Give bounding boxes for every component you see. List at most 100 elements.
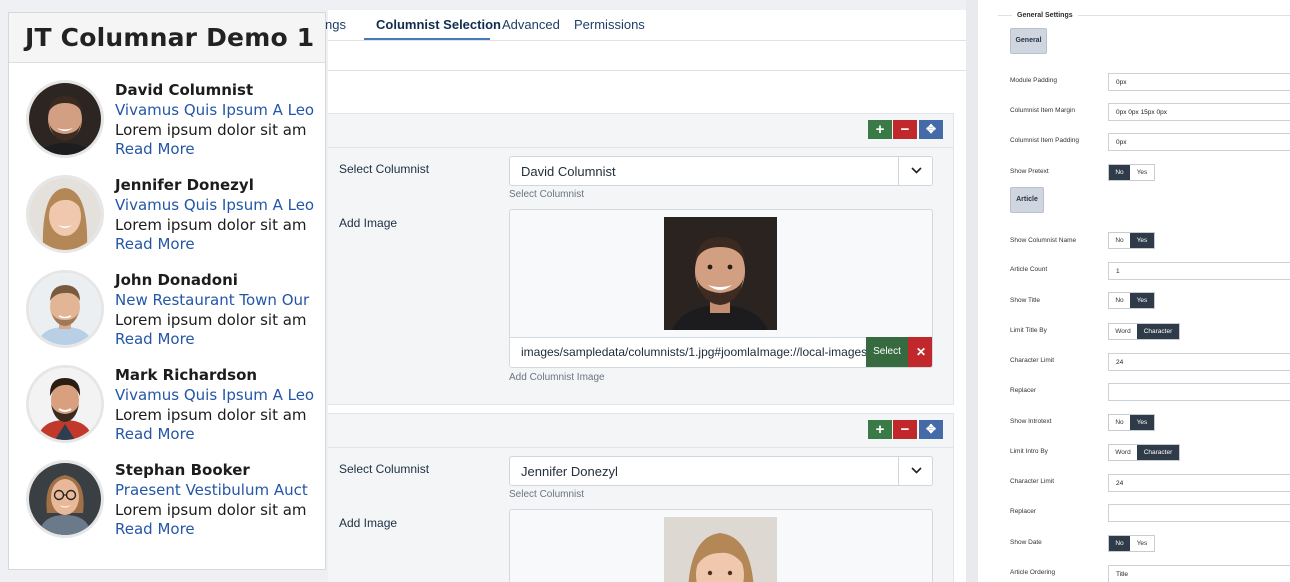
avatar[interactable] — [26, 365, 104, 443]
option-word[interactable]: Word — [1109, 324, 1137, 339]
show-pretext-toggle[interactable]: No Yes — [1108, 164, 1155, 181]
avatar[interactable] — [26, 175, 104, 253]
add-image-label: Add Image — [339, 516, 398, 530]
option-word[interactable]: Word — [1109, 445, 1137, 460]
move-entry-button[interactable]: ✥ — [919, 420, 943, 439]
avatar[interactable] — [26, 460, 104, 538]
show-columnist-name-toggle[interactable]: No Yes — [1108, 232, 1155, 249]
character-limit-label: Character Limit — [1010, 478, 1055, 485]
option-yes[interactable]: Yes — [1130, 165, 1154, 180]
columnist-select[interactable]: David Columnist — [509, 156, 933, 186]
article-intro: Lorem ipsum dolor sit am — [115, 311, 307, 329]
tab-settings[interactable]: ngs — [325, 17, 346, 32]
avatar[interactable] — [26, 80, 104, 158]
columnist-item: Mark Richardson Vivamus Quis Ipsum A Leo… — [9, 360, 325, 455]
add-image-hint: Add Columnist Image — [509, 372, 605, 383]
columnist-item: David Columnist Vivamus Quis Ipsum A Leo… — [9, 75, 325, 170]
option-no[interactable]: No — [1109, 536, 1130, 551]
columnar-module-preview: JT Columnar Demo 1 David Columnist Vivam… — [8, 12, 326, 570]
entry-toolbar: + − ✥ — [328, 414, 954, 448]
read-more-link[interactable]: Read More — [115, 425, 195, 443]
show-title-toggle[interactable]: No Yes — [1108, 292, 1155, 309]
article-ordering-select[interactable]: Title — [1108, 565, 1290, 582]
show-introtext-label: Show Introtext — [1010, 418, 1052, 425]
select-columnist-label: Select Columnist — [339, 462, 430, 476]
article-intro: Lorem ipsum dolor sit am — [115, 216, 307, 234]
remove-entry-button[interactable]: − — [893, 420, 917, 439]
columnist-select[interactable]: Jennifer Donezyl — [509, 456, 933, 486]
general-settings-panel: General Settings General Module Padding … — [978, 0, 1290, 582]
read-more-link[interactable]: Read More — [115, 330, 195, 348]
article-intro: Lorem ipsum dolor sit am — [115, 406, 307, 424]
tab-permissions[interactable]: Permissions — [574, 17, 645, 32]
limit-title-label: Limit Title By — [1010, 327, 1047, 334]
add-entry-button[interactable]: + — [868, 420, 892, 439]
chevron-down-icon — [910, 461, 923, 484]
read-more-link[interactable]: Read More — [115, 140, 195, 158]
character-limit-input[interactable]: 24 — [1108, 474, 1290, 492]
show-columnist-name-label: Show Columnist Name — [1010, 237, 1077, 244]
select-columnist-hint: Select Columnist — [509, 189, 585, 200]
article-count-input[interactable]: 1 — [1108, 262, 1290, 280]
article-ordering-label: Article Ordering — [1010, 569, 1056, 576]
option-no[interactable]: No — [1109, 415, 1130, 430]
move-entry-button[interactable]: ✥ — [919, 120, 943, 139]
general-section-button[interactable]: General — [1010, 28, 1047, 54]
divider — [328, 70, 966, 71]
article-title-link[interactable]: Vivamus Quis Ipsum A Leo — [115, 386, 314, 404]
columnist-photo-jennifer — [664, 517, 777, 582]
select-separator — [898, 157, 899, 185]
option-no[interactable]: No — [1109, 293, 1130, 308]
option-yes[interactable]: Yes — [1130, 233, 1154, 248]
image-preview-box — [509, 509, 933, 582]
tab-advanced[interactable]: Advanced — [502, 17, 560, 32]
article-title-link[interactable]: Praesent Vestibulum Auct — [115, 481, 308, 499]
option-no[interactable]: No — [1109, 233, 1130, 248]
replacer-label: Replacer — [1010, 387, 1037, 394]
article-count-label: Article Count — [1010, 266, 1048, 273]
limit-intro-toggle[interactable]: Word Character — [1108, 444, 1180, 461]
module-padding-input[interactable]: 0px — [1108, 73, 1290, 91]
avatar[interactable] — [26, 270, 104, 348]
show-date-toggle[interactable]: No Yes — [1108, 535, 1155, 552]
entry-toolbar: + − ✥ — [328, 114, 954, 148]
option-yes[interactable]: Yes — [1130, 293, 1154, 308]
item-padding-label: Columnist Item Padding — [1010, 137, 1080, 144]
add-image-label: Add Image — [339, 216, 398, 230]
show-introtext-toggle[interactable]: No Yes — [1108, 414, 1155, 431]
module-admin-panel: ngs Columnist Selection Advanced Permiss… — [325, 10, 966, 582]
article-title-link[interactable]: Vivamus Quis Ipsum A Leo — [115, 196, 314, 214]
option-character[interactable]: Character — [1137, 324, 1179, 339]
read-more-link[interactable]: Read More — [115, 235, 195, 253]
columnist-photo-david — [664, 217, 777, 330]
screenshot-stage: ngs Columnist Selection Advanced Permiss… — [0, 0, 1290, 582]
article-title-link[interactable]: Vivamus Quis Ipsum A Leo — [115, 101, 314, 119]
columnist-entry-card: + − ✥ Select Columnist David Columnist S… — [328, 113, 954, 405]
item-padding-input[interactable]: 0px — [1108, 133, 1290, 151]
article-title-link[interactable]: New Restaurant Town Our — [115, 291, 309, 309]
option-no[interactable]: No — [1109, 165, 1130, 180]
select-image-button[interactable]: Select — [866, 337, 908, 367]
remove-entry-button[interactable]: − — [893, 120, 917, 139]
article-section-button[interactable]: Article — [1010, 187, 1044, 213]
add-entry-button[interactable]: + — [868, 120, 892, 139]
image-path-input[interactable]: images/sampledata/columnists/1.jpg#jooml… — [510, 337, 866, 367]
replacer-input[interactable] — [1108, 383, 1290, 401]
columnist-item: John Donadoni New Restaurant Town Our Lo… — [9, 265, 325, 360]
tab-columnist-selection[interactable]: Columnist Selection — [376, 17, 501, 32]
item-margin-input[interactable]: 0px 0px 15px 0px — [1108, 103, 1290, 121]
active-tab-indicator — [364, 38, 490, 40]
columnist-item: Jennifer Donezyl Vivamus Quis Ipsum A Le… — [9, 170, 325, 265]
character-limit-input[interactable]: 24 — [1108, 353, 1290, 371]
article-intro: Lorem ipsum dolor sit am — [115, 121, 307, 139]
columnist-entry-card: + − ✥ Select Columnist Jennifer Donezyl … — [328, 413, 954, 582]
columnist-select-value: Jennifer Donezyl — [521, 464, 618, 479]
option-yes[interactable]: Yes — [1130, 536, 1154, 551]
select-separator — [898, 457, 899, 485]
clear-image-button[interactable]: ✕ — [908, 337, 932, 367]
limit-title-toggle[interactable]: Word Character — [1108, 323, 1180, 340]
option-yes[interactable]: Yes — [1130, 415, 1154, 430]
replacer-input[interactable] — [1108, 504, 1290, 522]
option-character[interactable]: Character — [1137, 445, 1179, 460]
read-more-link[interactable]: Read More — [115, 520, 195, 538]
